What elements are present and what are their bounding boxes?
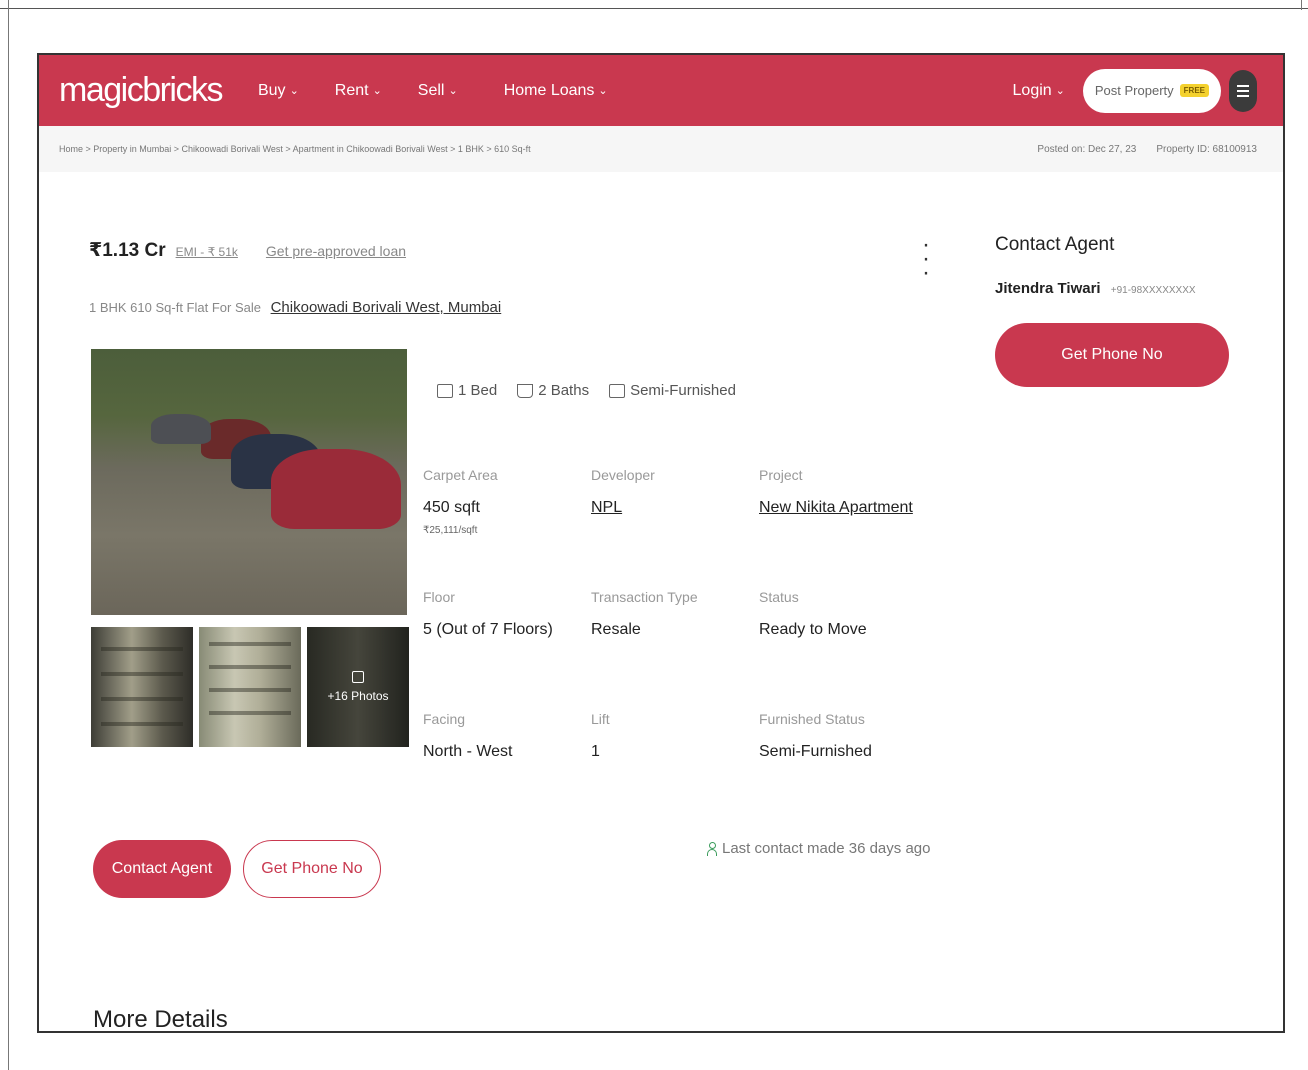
- detail-value: Ready to Move: [759, 621, 867, 638]
- nav-sell[interactable]: Sell ⌄: [418, 82, 458, 100]
- post-property-button[interactable]: Post Property FREE: [1082, 68, 1221, 113]
- listing-actions: Contact Agent Get Phone No: [93, 840, 381, 898]
- camera-icon: [352, 671, 364, 683]
- bath-icon: [517, 383, 534, 398]
- price: ₹1.13 Cr: [89, 240, 166, 261]
- detail-developer: Developer NPL: [591, 467, 759, 589]
- chevron-down-icon: ⌄: [598, 85, 608, 97]
- detail-label: Status: [759, 589, 799, 605]
- top-navbar: magicbricks Buy ⌄ Rent ⌄ Sell ⌄ Home Loa…: [39, 55, 1283, 126]
- bath-label: 2 Baths: [538, 382, 590, 399]
- agent-info: Jitendra Tiwari +91-98XXXXXXXX: [995, 280, 1235, 297]
- detail-floor: Floor 5 (Out of 7 Floors): [423, 589, 591, 711]
- nav-sell-label: Sell: [417, 81, 445, 99]
- post-property-label: Post Property: [1094, 83, 1174, 98]
- detail-label: Project: [759, 467, 803, 483]
- main-property-photo[interactable]: [91, 349, 407, 615]
- agent-phone-masked: +91-98XXXXXXXX: [1110, 285, 1196, 296]
- project-link[interactable]: New Nikita Apartment: [759, 499, 959, 517]
- bed-label: 1 Bed: [458, 382, 498, 399]
- login-dropdown[interactable]: Login ⌄: [1013, 82, 1065, 100]
- breadcrumb-bar: Home > Property in Mumbai > Chikoowadi B…: [39, 126, 1283, 172]
- photo-count: +16 Photos: [327, 689, 389, 703]
- detail-value: 1: [591, 743, 600, 760]
- panel-get-phone-button[interactable]: Get Phone No: [995, 323, 1229, 387]
- detail-label: Developer: [591, 467, 655, 483]
- feature-bath: 2 Baths: [517, 382, 589, 399]
- scan-frame-left: [8, 0, 9, 1070]
- more-options-icon[interactable]: · · ·: [922, 233, 930, 285]
- sofa-icon: [609, 383, 626, 398]
- detail-label: Facing: [423, 711, 466, 727]
- hamburger-menu-icon[interactable]: [1229, 69, 1257, 112]
- get-phone-button[interactable]: Get Phone No: [243, 840, 381, 898]
- developer-link[interactable]: NPL: [591, 499, 759, 517]
- feature-bed: 1 Bed: [437, 382, 497, 399]
- nav-home-loans[interactable]: Home Loans ⌄: [504, 82, 608, 100]
- contact-agent-panel: Contact Agent Jitendra Tiwari +91-98XXXX…: [995, 234, 1235, 387]
- chevron-down-icon: ⌄: [372, 85, 382, 97]
- property-id: Property ID: 68100913: [1156, 143, 1257, 155]
- detail-value: 5 (Out of 7 Floors): [423, 621, 553, 638]
- detail-value: Semi-Furnished: [759, 743, 872, 760]
- feature-summary: 1 Bed 2 Baths Semi-Furnished: [437, 382, 736, 399]
- chevron-down-icon: ⌄: [1055, 85, 1065, 97]
- detail-label: Transaction Type: [591, 589, 698, 605]
- detail-lift: Lift 1: [591, 711, 759, 791]
- detail-value: Resale: [591, 621, 641, 638]
- contact-panel-title: Contact Agent: [995, 234, 1115, 255]
- emi-link[interactable]: EMI - ₹ 51k: [176, 245, 238, 259]
- location-link[interactable]: Chikoowadi Borivali West, Mumbai: [271, 299, 502, 316]
- nav-buy[interactable]: Buy ⌄: [258, 82, 299, 100]
- detail-furnished-status: Furnished Status Semi-Furnished: [759, 711, 959, 791]
- furnishing-label: Semi-Furnished: [630, 382, 736, 399]
- nav-rent[interactable]: Rent ⌄: [335, 82, 382, 100]
- property-details-grid: Carpet Area 450 sqft ₹25,111/sqft Develo…: [423, 467, 959, 791]
- nav-right-group: Login ⌄ Post Property FREE: [1013, 68, 1257, 113]
- detail-transaction-type: Transaction Type Resale: [591, 589, 759, 711]
- breadcrumb[interactable]: Home > Property in Mumbai > Chikoowadi B…: [59, 144, 531, 154]
- thumbnail-photo-2[interactable]: [199, 627, 301, 747]
- scan-frame-right: [1301, 0, 1302, 10]
- detail-label: Furnished Status: [759, 711, 865, 727]
- listing-main: ₹1.13 Cr EMI - ₹ 51k Get pre-approved lo…: [39, 172, 1283, 1031]
- scan-frame-top: [0, 0, 1308, 9]
- more-photos-thumbnail[interactable]: +16 Photos: [307, 627, 409, 747]
- agent-name: Jitendra Tiwari: [995, 280, 1101, 297]
- detail-label: Floor: [423, 589, 455, 605]
- chevron-down-icon: ⌄: [289, 85, 299, 97]
- thumbnail-photo-1[interactable]: [91, 627, 193, 747]
- last-contact-info: Last contact made 36 days ago: [707, 840, 930, 857]
- detail-value: 450 sqft: [423, 499, 480, 516]
- detail-label: Lift: [591, 711, 610, 727]
- detail-facing: Facing North - West: [423, 711, 591, 791]
- magicbricks-logo[interactable]: magicbricks: [59, 71, 223, 110]
- detail-label: Carpet Area: [423, 467, 498, 483]
- nav-buy-label: Buy: [257, 81, 286, 99]
- listing-subtitle: 1 BHK 610 Sq-ft Flat For Sale Chikoowadi…: [89, 299, 501, 316]
- nav-home-loans-label: Home Loans: [503, 81, 595, 99]
- listing-type: 1 BHK 610 Sq-ft Flat For Sale: [89, 300, 261, 315]
- last-contact-text: Last contact made 36 days ago: [722, 840, 931, 857]
- feature-furnishing: Semi-Furnished: [609, 382, 736, 399]
- login-label: Login: [1012, 81, 1052, 99]
- detail-project: Project New Nikita Apartment: [759, 467, 959, 589]
- chevron-down-icon: ⌄: [448, 85, 458, 97]
- listing-meta: Posted on: Dec 27, 23 Property ID: 68100…: [1037, 144, 1257, 155]
- price-per-sqft: ₹25,111/sqft: [423, 525, 478, 536]
- nav-rent-label: Rent: [334, 81, 369, 99]
- more-photos-overlay: +16 Photos: [307, 627, 409, 747]
- price-row: ₹1.13 Cr EMI - ₹ 51k Get pre-approved lo…: [89, 239, 406, 262]
- detail-value: North - West: [423, 743, 513, 760]
- contact-agent-button[interactable]: Contact Agent: [93, 840, 231, 898]
- detail-status: Status Ready to Move: [759, 589, 959, 711]
- more-details-heading: More Details: [93, 1006, 228, 1033]
- bed-icon: [437, 383, 453, 398]
- browser-page: magicbricks Buy ⌄ Rent ⌄ Sell ⌄ Home Loa…: [37, 53, 1285, 1033]
- person-icon: [707, 841, 717, 856]
- preapproved-loan-link[interactable]: Get pre-approved loan: [266, 243, 406, 259]
- detail-carpet-area: Carpet Area 450 sqft ₹25,111/sqft: [423, 467, 591, 589]
- posted-on: Posted on: Dec 27, 23: [1037, 143, 1137, 155]
- free-badge: FREE: [1179, 84, 1209, 97]
